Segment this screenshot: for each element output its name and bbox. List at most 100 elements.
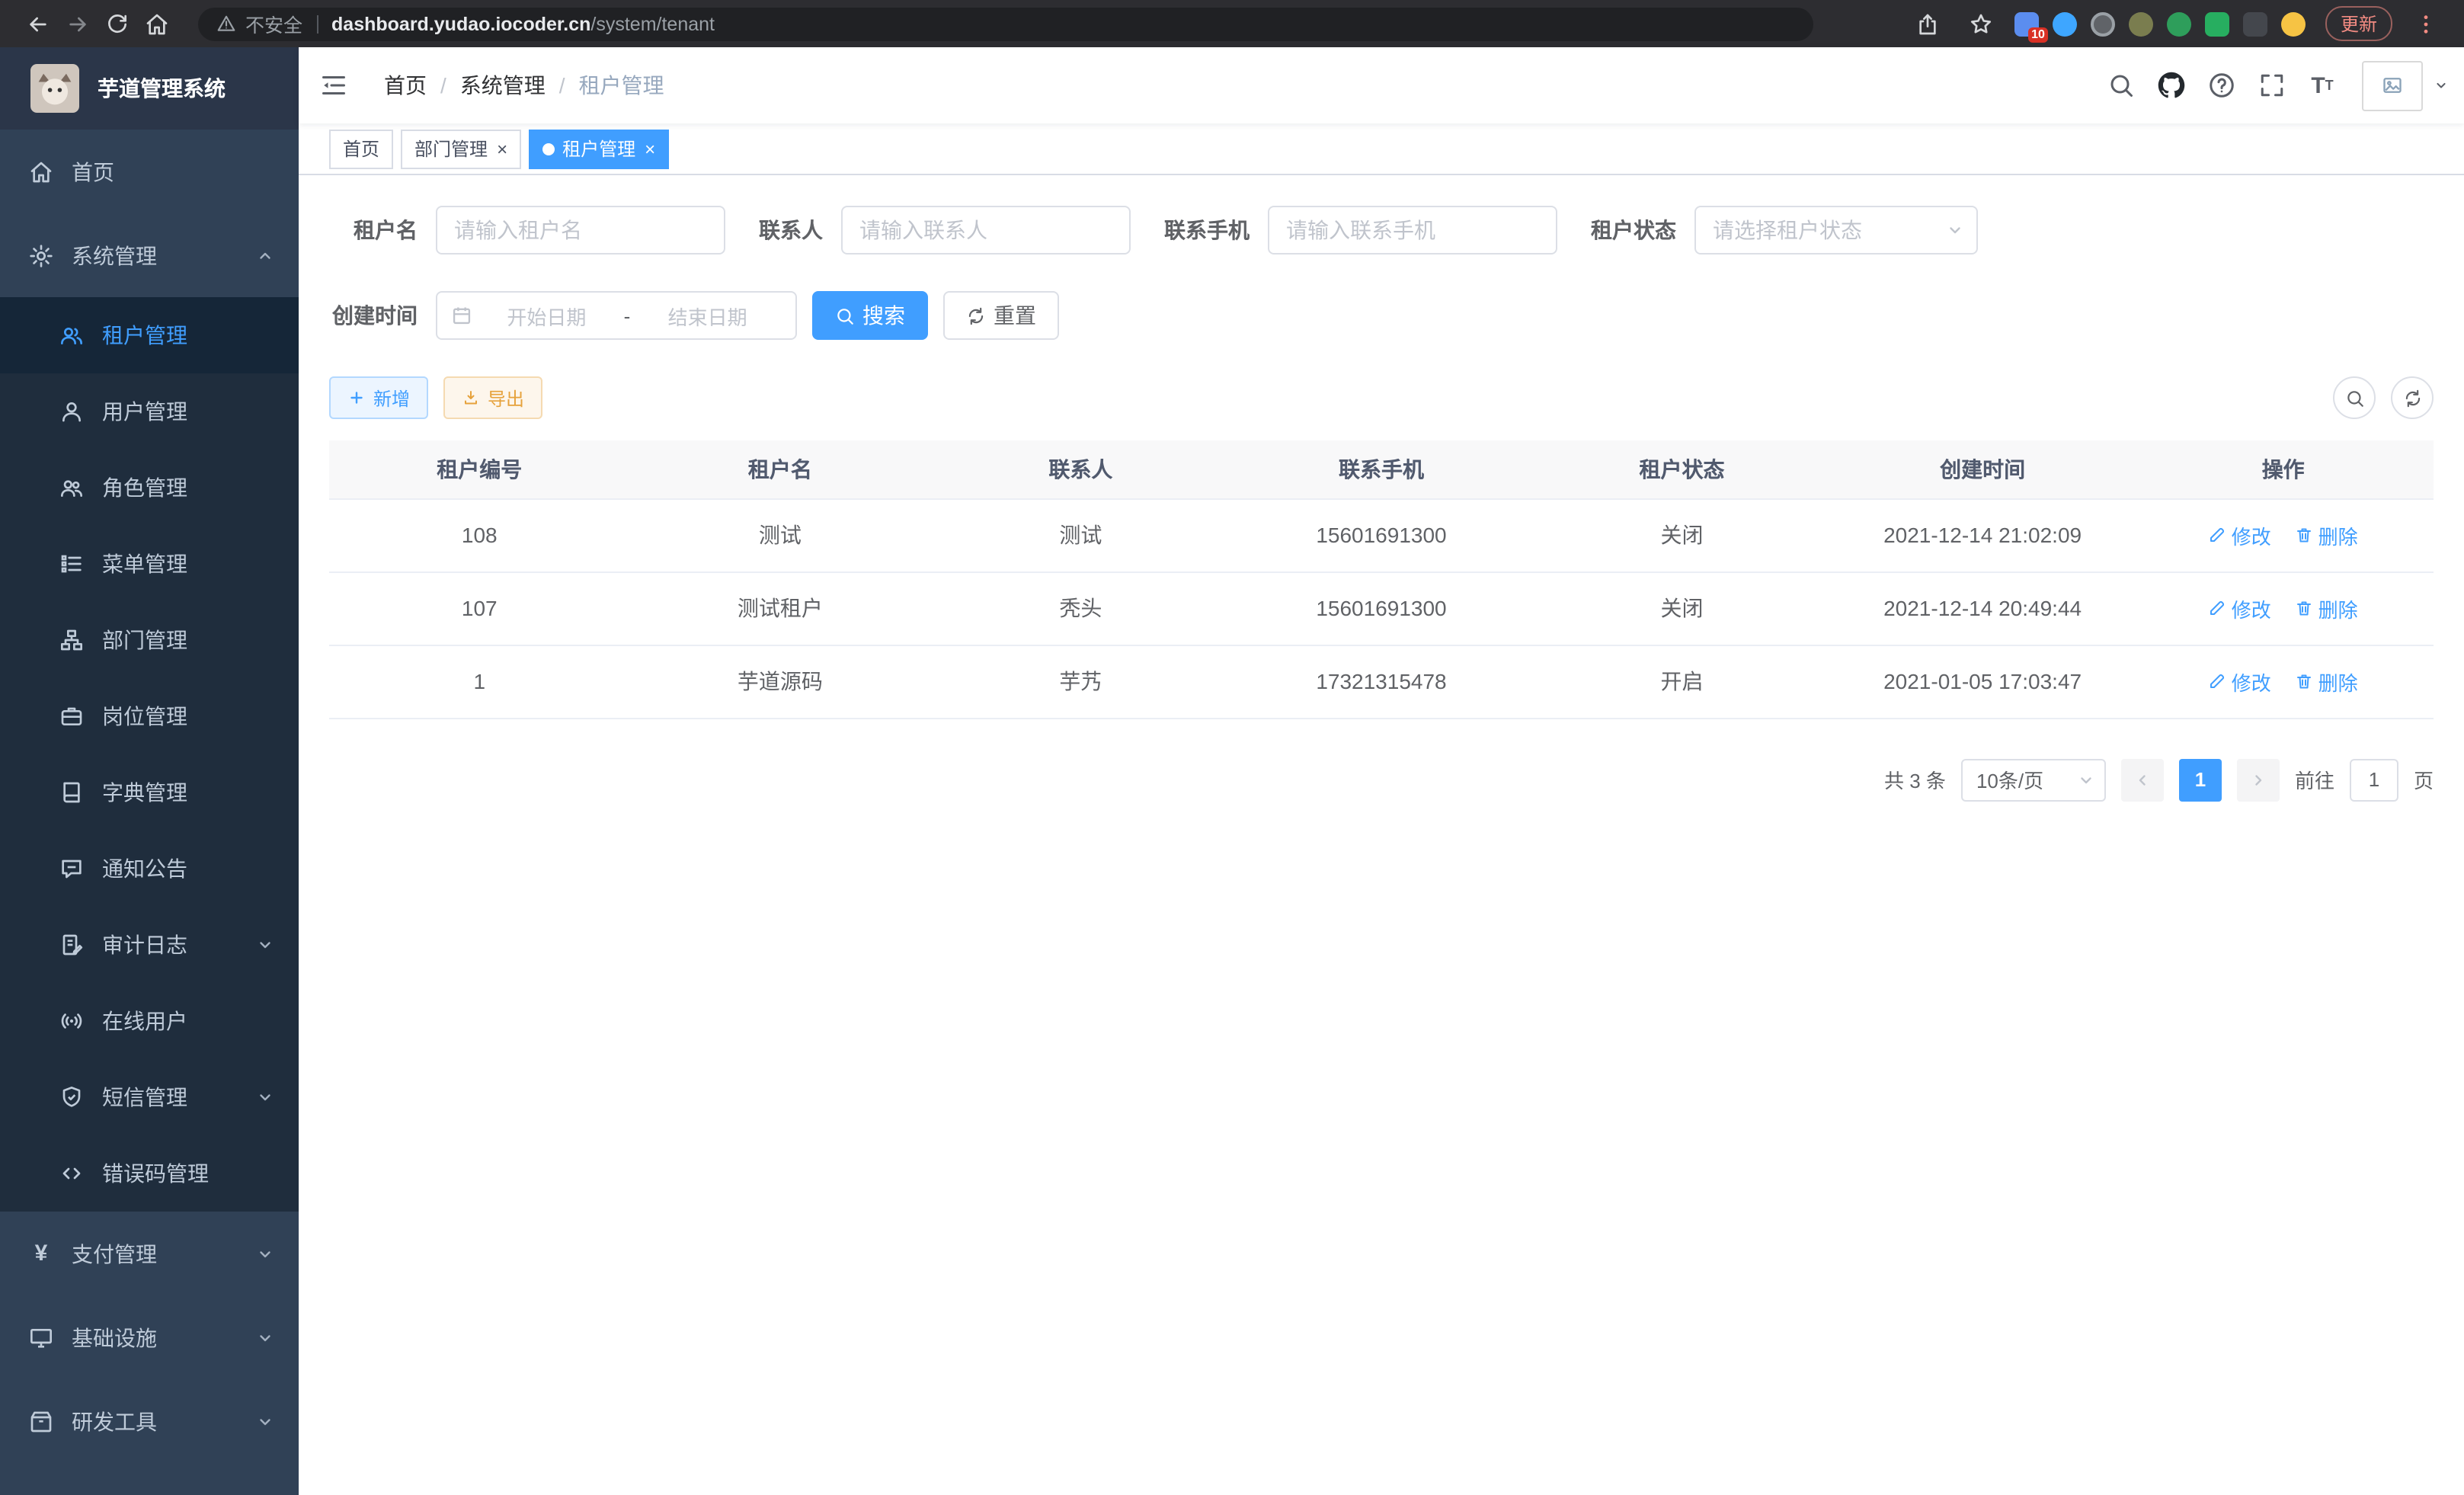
extension-icon[interactable] (2281, 11, 2306, 36)
tab-tenant[interactable]: 租户管理 × (529, 129, 669, 168)
sidebar-item-error-code[interactable]: 错误码管理 (0, 1135, 299, 1212)
search-button[interactable]: 搜索 (812, 291, 928, 340)
logo-avatar (30, 64, 79, 113)
fullscreen-icon[interactable] (2252, 66, 2292, 105)
extension-icon[interactable]: 10 (2014, 11, 2039, 36)
sidebar-item-payment[interactable]: ¥ 支付管理 (0, 1212, 299, 1295)
sidebar-item-sms[interactable]: 短信管理 (0, 1059, 299, 1135)
status-select-input[interactable] (1694, 206, 1978, 255)
extension-icon[interactable] (2091, 11, 2115, 36)
tenant-name-input[interactable] (436, 206, 725, 255)
chevron-down-icon (2077, 770, 2095, 789)
cell-tenant-name: 测试租户 (630, 571, 931, 645)
tab-home[interactable]: 首页 (329, 129, 393, 168)
cell-status: 关闭 (1531, 498, 1832, 571)
search-icon[interactable] (2101, 66, 2141, 105)
help-icon[interactable] (2202, 66, 2242, 105)
close-icon[interactable]: × (497, 139, 507, 158)
edit-link[interactable]: 修改 (2209, 520, 2271, 549)
edit-icon (2209, 599, 2227, 617)
page-number-button[interactable]: 1 (2179, 758, 2222, 801)
table-row: 107 测试租户 秃头 15601691300 关闭 2021-12-14 20… (329, 571, 2434, 645)
sidebar-item-user[interactable]: 用户管理 (0, 373, 299, 450)
edit-icon (2209, 672, 2227, 690)
prev-page-button[interactable] (2121, 758, 2164, 801)
list-icon (59, 552, 84, 576)
end-date-placeholder[interactable]: 结束日期 (633, 301, 782, 330)
edit-link[interactable]: 修改 (2209, 667, 2271, 696)
date-range-picker[interactable]: 开始日期 - 结束日期 (436, 291, 797, 340)
browser-forward-button[interactable] (58, 4, 98, 43)
caret-down-icon[interactable] (2434, 78, 2449, 93)
sidebar-toggle-icon[interactable] (299, 72, 369, 99)
sidebar-menu: 首页 系统管理 租户管理 用户管理 (0, 130, 299, 1463)
breadcrumb-system[interactable]: 系统管理 (460, 70, 546, 101)
logo[interactable]: 芋道管理系统 (0, 47, 299, 130)
avatar[interactable] (2362, 60, 2423, 110)
delete-link[interactable]: 删除 (2296, 667, 2358, 696)
bookmark-star-icon[interactable] (1961, 4, 2001, 43)
search-icon (2344, 388, 2364, 408)
browser-reload-button[interactable] (98, 4, 137, 43)
extension-icon[interactable] (2205, 11, 2229, 36)
sidebar-item-role[interactable]: 角色管理 (0, 450, 299, 526)
sidebar-item-infra[interactable]: 基础设施 (0, 1295, 299, 1379)
phone-input[interactable] (1268, 206, 1557, 255)
toggle-search-button[interactable] (2333, 376, 2376, 419)
extension-icon[interactable] (2243, 11, 2267, 36)
next-page-button[interactable] (2237, 758, 2280, 801)
sidebar-item-online-user[interactable]: 在线用户 (0, 983, 299, 1059)
tab-label: 首页 (343, 136, 379, 162)
shield-icon (59, 1085, 84, 1109)
reset-button[interactable]: 重置 (943, 291, 1059, 340)
extension-icon[interactable] (2129, 11, 2153, 36)
sidebar-item-home[interactable]: 首页 (0, 130, 299, 213)
address-bar[interactable]: 不安全 dashboard.yudao.iocoder.cn /system/t… (198, 7, 1813, 40)
status-select[interactable] (1694, 206, 1978, 255)
contact-input[interactable] (841, 206, 1131, 255)
browser-back-button[interactable] (18, 4, 58, 43)
delete-link[interactable]: 删除 (2296, 594, 2358, 623)
sidebar-item-devtools[interactable]: 研发工具 (0, 1379, 299, 1463)
sidebar-item-label: 通知公告 (102, 853, 187, 884)
github-icon[interactable] (2152, 66, 2191, 105)
close-icon[interactable]: × (645, 139, 655, 158)
sidebar-item-system[interactable]: 系统管理 (0, 213, 299, 297)
column-header: 联系手机 (1231, 440, 1532, 498)
add-button[interactable]: 新增 (329, 376, 428, 419)
status-label: 租户状态 (1591, 215, 1694, 245)
cell-contact: 秃头 (930, 571, 1231, 645)
sidebar-item-label: 字典管理 (102, 777, 187, 808)
table-row: 108 测试 测试 15601691300 关闭 2021-12-14 21:0… (329, 498, 2434, 571)
sidebar-item-dict[interactable]: 字典管理 (0, 754, 299, 831)
active-dot (542, 142, 555, 155)
browser-update-button[interactable]: 更新 (2325, 6, 2392, 41)
extension-icon[interactable] (2167, 11, 2191, 36)
export-button[interactable]: 导出 (443, 376, 542, 419)
system-submenu: 租户管理 用户管理 角色管理 菜单管理 (0, 297, 299, 1212)
browser-menu-icon[interactable] (2406, 4, 2446, 43)
sidebar-item-tenant[interactable]: 租户管理 (0, 297, 299, 373)
goto-label: 前往 (2295, 765, 2334, 794)
start-date-placeholder[interactable]: 开始日期 (472, 301, 621, 330)
extension-icon[interactable] (2053, 11, 2077, 36)
sidebar-item-dept[interactable]: 部门管理 (0, 602, 299, 678)
refresh-table-button[interactable] (2391, 376, 2434, 419)
edit-link[interactable]: 修改 (2209, 594, 2271, 623)
goto-page-input[interactable] (2350, 758, 2398, 801)
sidebar-item-audit-log[interactable]: 审计日志 (0, 907, 299, 983)
tree-icon (59, 628, 84, 652)
sidebar-item-menu[interactable]: 菜单管理 (0, 526, 299, 602)
delete-link[interactable]: 删除 (2296, 520, 2358, 549)
share-icon[interactable] (1908, 4, 1947, 43)
sidebar-item-notice[interactable]: 通知公告 (0, 831, 299, 907)
font-size-icon[interactable]: TT (2302, 66, 2342, 105)
tab-dept[interactable]: 部门管理 × (401, 129, 521, 168)
badge-icon (59, 704, 84, 728)
breadcrumb-home[interactable]: 首页 (384, 70, 427, 101)
sidebar-item-post[interactable]: 岗位管理 (0, 678, 299, 754)
page-size-select[interactable]: 10条/页 (1961, 758, 2106, 801)
column-header: 租户名 (630, 440, 931, 498)
browser-home-button[interactable] (137, 4, 177, 43)
table-header-row: 租户编号 租户名 联系人 联系手机 租户状态 创建时间 操作 (329, 440, 2434, 498)
